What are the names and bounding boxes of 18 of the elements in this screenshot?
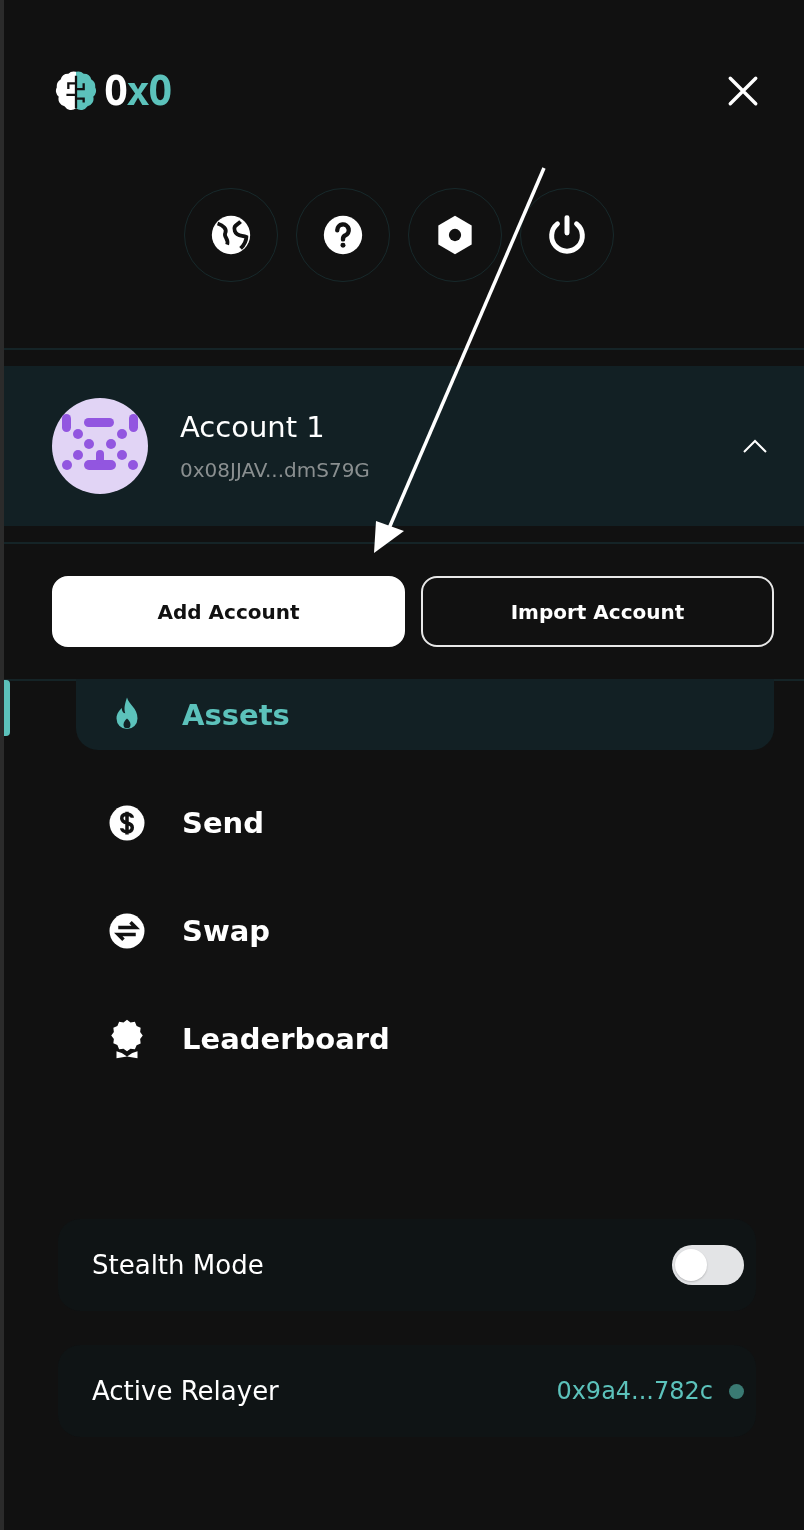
nav-item[interactable]: Leaderboard: [76, 1003, 774, 1074]
account-name: Account 1: [180, 410, 326, 444]
active-indicator: [4, 680, 10, 736]
account-address: 0x08JJAV...dmS79G: [180, 458, 371, 482]
account-panel[interactable]: Account 1 0x08JJAV...dmS79G: [4, 366, 804, 526]
nav-item[interactable]: Assets: [76, 679, 774, 750]
account-button[interactable]: Add Account: [52, 576, 405, 647]
account-button[interactable]: Import Account: [421, 576, 774, 647]
chevron-icon[interactable]: [742, 438, 768, 454]
close-icon[interactable]: [726, 74, 760, 108]
stealth-label: Stealth Mode: [92, 1250, 264, 1280]
logo-text: OxO: [104, 71, 171, 111]
relayer-label: Active Relayer: [92, 1376, 279, 1406]
nav-item[interactable]: Swap: [76, 895, 774, 966]
stealth-toggle[interactable]: [672, 1245, 744, 1285]
avatar-icon: [52, 398, 148, 494]
relayer-address: 0x9a4...782c: [556, 1377, 713, 1405]
nav-item[interactable]: Send: [76, 787, 774, 858]
